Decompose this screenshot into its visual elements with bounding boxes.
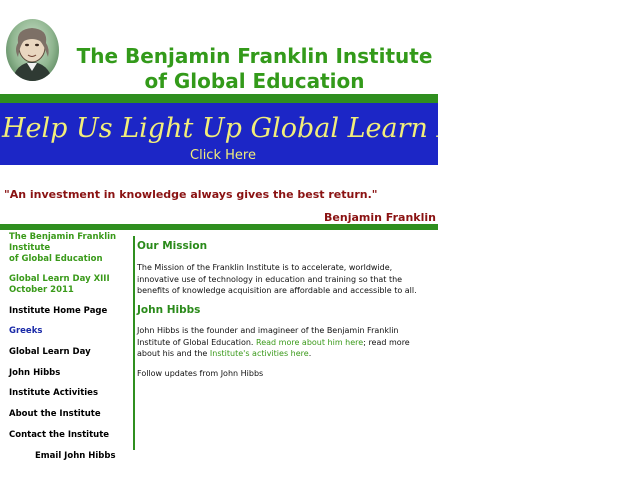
sidebar-event-line1: Global Learn Day XIII <box>9 274 110 284</box>
global-learn-day-banner[interactable]: Help Us Light Up Global Learn Day Click … <box>0 103 438 165</box>
site-title: The Benjamin Franklin Institute of Globa… <box>62 44 447 94</box>
sidebar-link-institute-home[interactable]: Institute Home Page <box>9 306 107 316</box>
hibbs-text-end: . <box>308 349 312 358</box>
follow-updates-text: Follow updates from John Hibbs <box>137 369 264 378</box>
sidebar-link-global-learn-day[interactable]: Global Learn Day <box>9 347 91 357</box>
banner-click-here-link[interactable]: Click Here <box>190 148 256 164</box>
content-divider <box>133 236 135 450</box>
banner-headline: Help Us Light Up Global Learn Day <box>2 113 438 144</box>
sidebar-event-line2: October 2011 <box>9 285 74 295</box>
sidebar-link-contact-institute[interactable]: Contact the Institute <box>9 430 109 440</box>
sidebar-link-greeks[interactable]: Greeks <box>9 326 42 336</box>
sidebar-org-line2: Institute <box>9 243 51 253</box>
quote-author: Benjamin Franklin <box>324 211 436 224</box>
top-green-bar <box>0 94 438 103</box>
hibbs-text: John Hibbs is the founder and imagineer … <box>137 325 427 360</box>
sidebar-link-email-john-hibbs[interactable]: Email John Hibbs <box>35 451 116 461</box>
sidebar-link-john-hibbs[interactable]: John Hibbs <box>9 368 60 378</box>
franklin-quote: "An investment in knowledge always gives… <box>4 188 378 201</box>
mission-heading: Our Mission <box>137 240 208 252</box>
sidebar-org-line1: The Benjamin Franklin <box>9 232 117 242</box>
site-title-line2: of Global Education <box>144 69 365 93</box>
read-more-about-him-link[interactable]: Read more about him here <box>256 338 363 347</box>
franklin-portrait-icon <box>12 28 53 81</box>
site-title-line1: The Benjamin Franklin Institute <box>76 44 433 68</box>
institute-activities-link[interactable]: Institute's activities here <box>210 349 309 358</box>
mission-text: The Mission of the Franklin Institute is… <box>137 263 417 295</box>
franklin-portrait-logo[interactable] <box>6 19 59 81</box>
sidebar-link-about-institute[interactable]: About the Institute <box>9 409 101 419</box>
middle-green-bar <box>0 224 438 230</box>
sidebar-link-institute-activities[interactable]: Institute Activities <box>9 388 98 398</box>
sidebar-org-line3: of Global Education <box>9 254 103 264</box>
hibbs-heading: John Hibbs <box>137 304 201 316</box>
